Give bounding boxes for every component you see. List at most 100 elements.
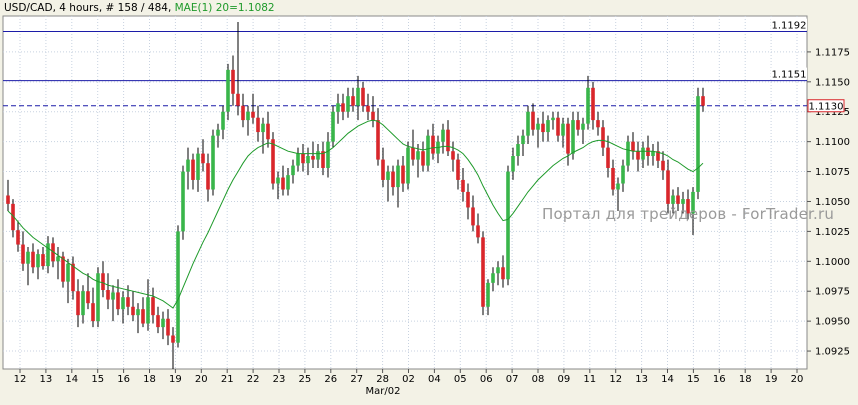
- candle-bull: [356, 87, 360, 106]
- candle-bear: [31, 251, 35, 268]
- y-tick-label: 1.0975: [815, 287, 850, 298]
- candle-bull: [286, 175, 290, 190]
- x-tick-label: 20: [791, 374, 804, 385]
- candle-bear: [476, 225, 480, 238]
- candle-bear: [236, 93, 240, 106]
- candle-bull: [561, 123, 565, 136]
- candle-bull: [196, 153, 200, 180]
- candle-bull: [521, 135, 525, 145]
- candle-bear: [366, 105, 370, 112]
- symbol-label: USD/CAD: [4, 2, 53, 14]
- price-axis: 1.11751.11501.11251.11001.10751.10501.10…: [807, 47, 850, 358]
- candle-bull: [346, 96, 350, 112]
- candle-bull: [696, 96, 700, 192]
- candle-bear: [631, 141, 635, 152]
- x-tick-label: 02: [402, 374, 415, 385]
- candle-bear: [241, 105, 245, 121]
- x-tick-label: 23: [273, 374, 286, 385]
- candle-bull: [276, 177, 280, 184]
- price-chart[interactable]: 1.11751.11501.11251.11001.10751.10501.10…: [0, 0, 858, 405]
- y-tick-label: 1.0925: [815, 347, 850, 358]
- candle-bull: [136, 309, 140, 316]
- candle-bear: [451, 151, 455, 160]
- x-tick-label: 12: [14, 374, 27, 385]
- candle-bear: [6, 195, 10, 204]
- x-tick-label: 15: [687, 374, 700, 385]
- y-tick-label: 1.1175: [815, 47, 850, 58]
- candle-bear: [466, 191, 470, 208]
- candle-bull: [161, 318, 165, 328]
- candle-bull: [496, 267, 500, 274]
- candle-bear: [341, 103, 345, 112]
- candle-bear: [541, 123, 545, 133]
- candle-bear: [606, 147, 610, 168]
- candle-bull: [536, 123, 540, 130]
- candle-bull: [386, 171, 390, 180]
- candle-bear: [501, 267, 505, 280]
- x-tick-label: 22: [247, 374, 260, 385]
- candle-bull: [246, 111, 250, 121]
- candle-bull: [581, 123, 585, 130]
- candle-bull: [226, 69, 230, 112]
- candle-bear: [166, 318, 170, 336]
- x-tick-label: 05: [454, 374, 467, 385]
- candle-bull: [176, 231, 180, 343]
- x-tick-label: 15: [91, 374, 104, 385]
- level-label: 1.1192: [772, 21, 807, 32]
- x-tick-label: 04: [428, 374, 441, 385]
- candle-bull: [336, 103, 340, 112]
- candle-bull: [331, 111, 335, 142]
- candle-bull: [441, 129, 445, 142]
- candle-bear: [266, 123, 270, 140]
- candle-bull: [96, 273, 100, 322]
- x-tick-label: 11: [583, 374, 596, 385]
- candle-bull: [426, 135, 430, 166]
- candle-bull: [586, 87, 590, 124]
- candle-bull: [621, 165, 625, 184]
- candle-bear: [106, 290, 110, 300]
- candle-bear: [481, 237, 485, 307]
- x-tick-label: 14: [65, 374, 78, 385]
- x-tick-label: 06: [480, 374, 493, 385]
- candle-bear: [311, 156, 315, 160]
- candle-bull: [516, 144, 520, 157]
- candle-bull: [316, 151, 320, 160]
- candle-bear: [601, 127, 605, 148]
- candle-bull: [491, 273, 495, 283]
- candle-bear: [351, 96, 355, 106]
- candle-bear: [21, 244, 25, 264]
- candle-bear: [116, 292, 120, 310]
- x-sublabel: Mar/02: [366, 386, 401, 397]
- candle-bull: [511, 156, 515, 172]
- x-tick-label: 28: [376, 374, 389, 385]
- candle-bear: [191, 159, 195, 180]
- candle-bull: [546, 120, 550, 133]
- candle-bull: [296, 153, 300, 166]
- candle-bear: [251, 111, 255, 118]
- candle-bull: [551, 117, 555, 121]
- x-tick-label: 16: [117, 374, 130, 385]
- candle-bull: [641, 147, 645, 160]
- candle-bear: [281, 177, 285, 190]
- candle-bear: [171, 335, 175, 343]
- candle-bear: [596, 120, 600, 128]
- y-tick-label: 1.1075: [815, 167, 850, 178]
- candle-bear: [636, 151, 640, 160]
- candle-bull: [216, 129, 220, 136]
- candle-bull: [406, 147, 410, 184]
- candle-bull: [396, 165, 400, 188]
- candle-bear: [156, 315, 160, 328]
- candle-bear: [371, 111, 375, 121]
- candle-bull: [671, 195, 675, 204]
- candle-bull: [261, 123, 265, 133]
- candle-bull: [291, 165, 295, 176]
- candle-bear: [411, 147, 415, 160]
- candle-bull: [26, 251, 30, 264]
- candle-bull: [221, 111, 225, 130]
- candle-bear: [456, 159, 460, 180]
- candle-bear: [256, 117, 260, 133]
- x-tick-label: 20: [195, 374, 208, 385]
- candle-bear: [401, 165, 405, 184]
- candle-bull: [526, 111, 530, 136]
- candle-bear: [676, 195, 680, 204]
